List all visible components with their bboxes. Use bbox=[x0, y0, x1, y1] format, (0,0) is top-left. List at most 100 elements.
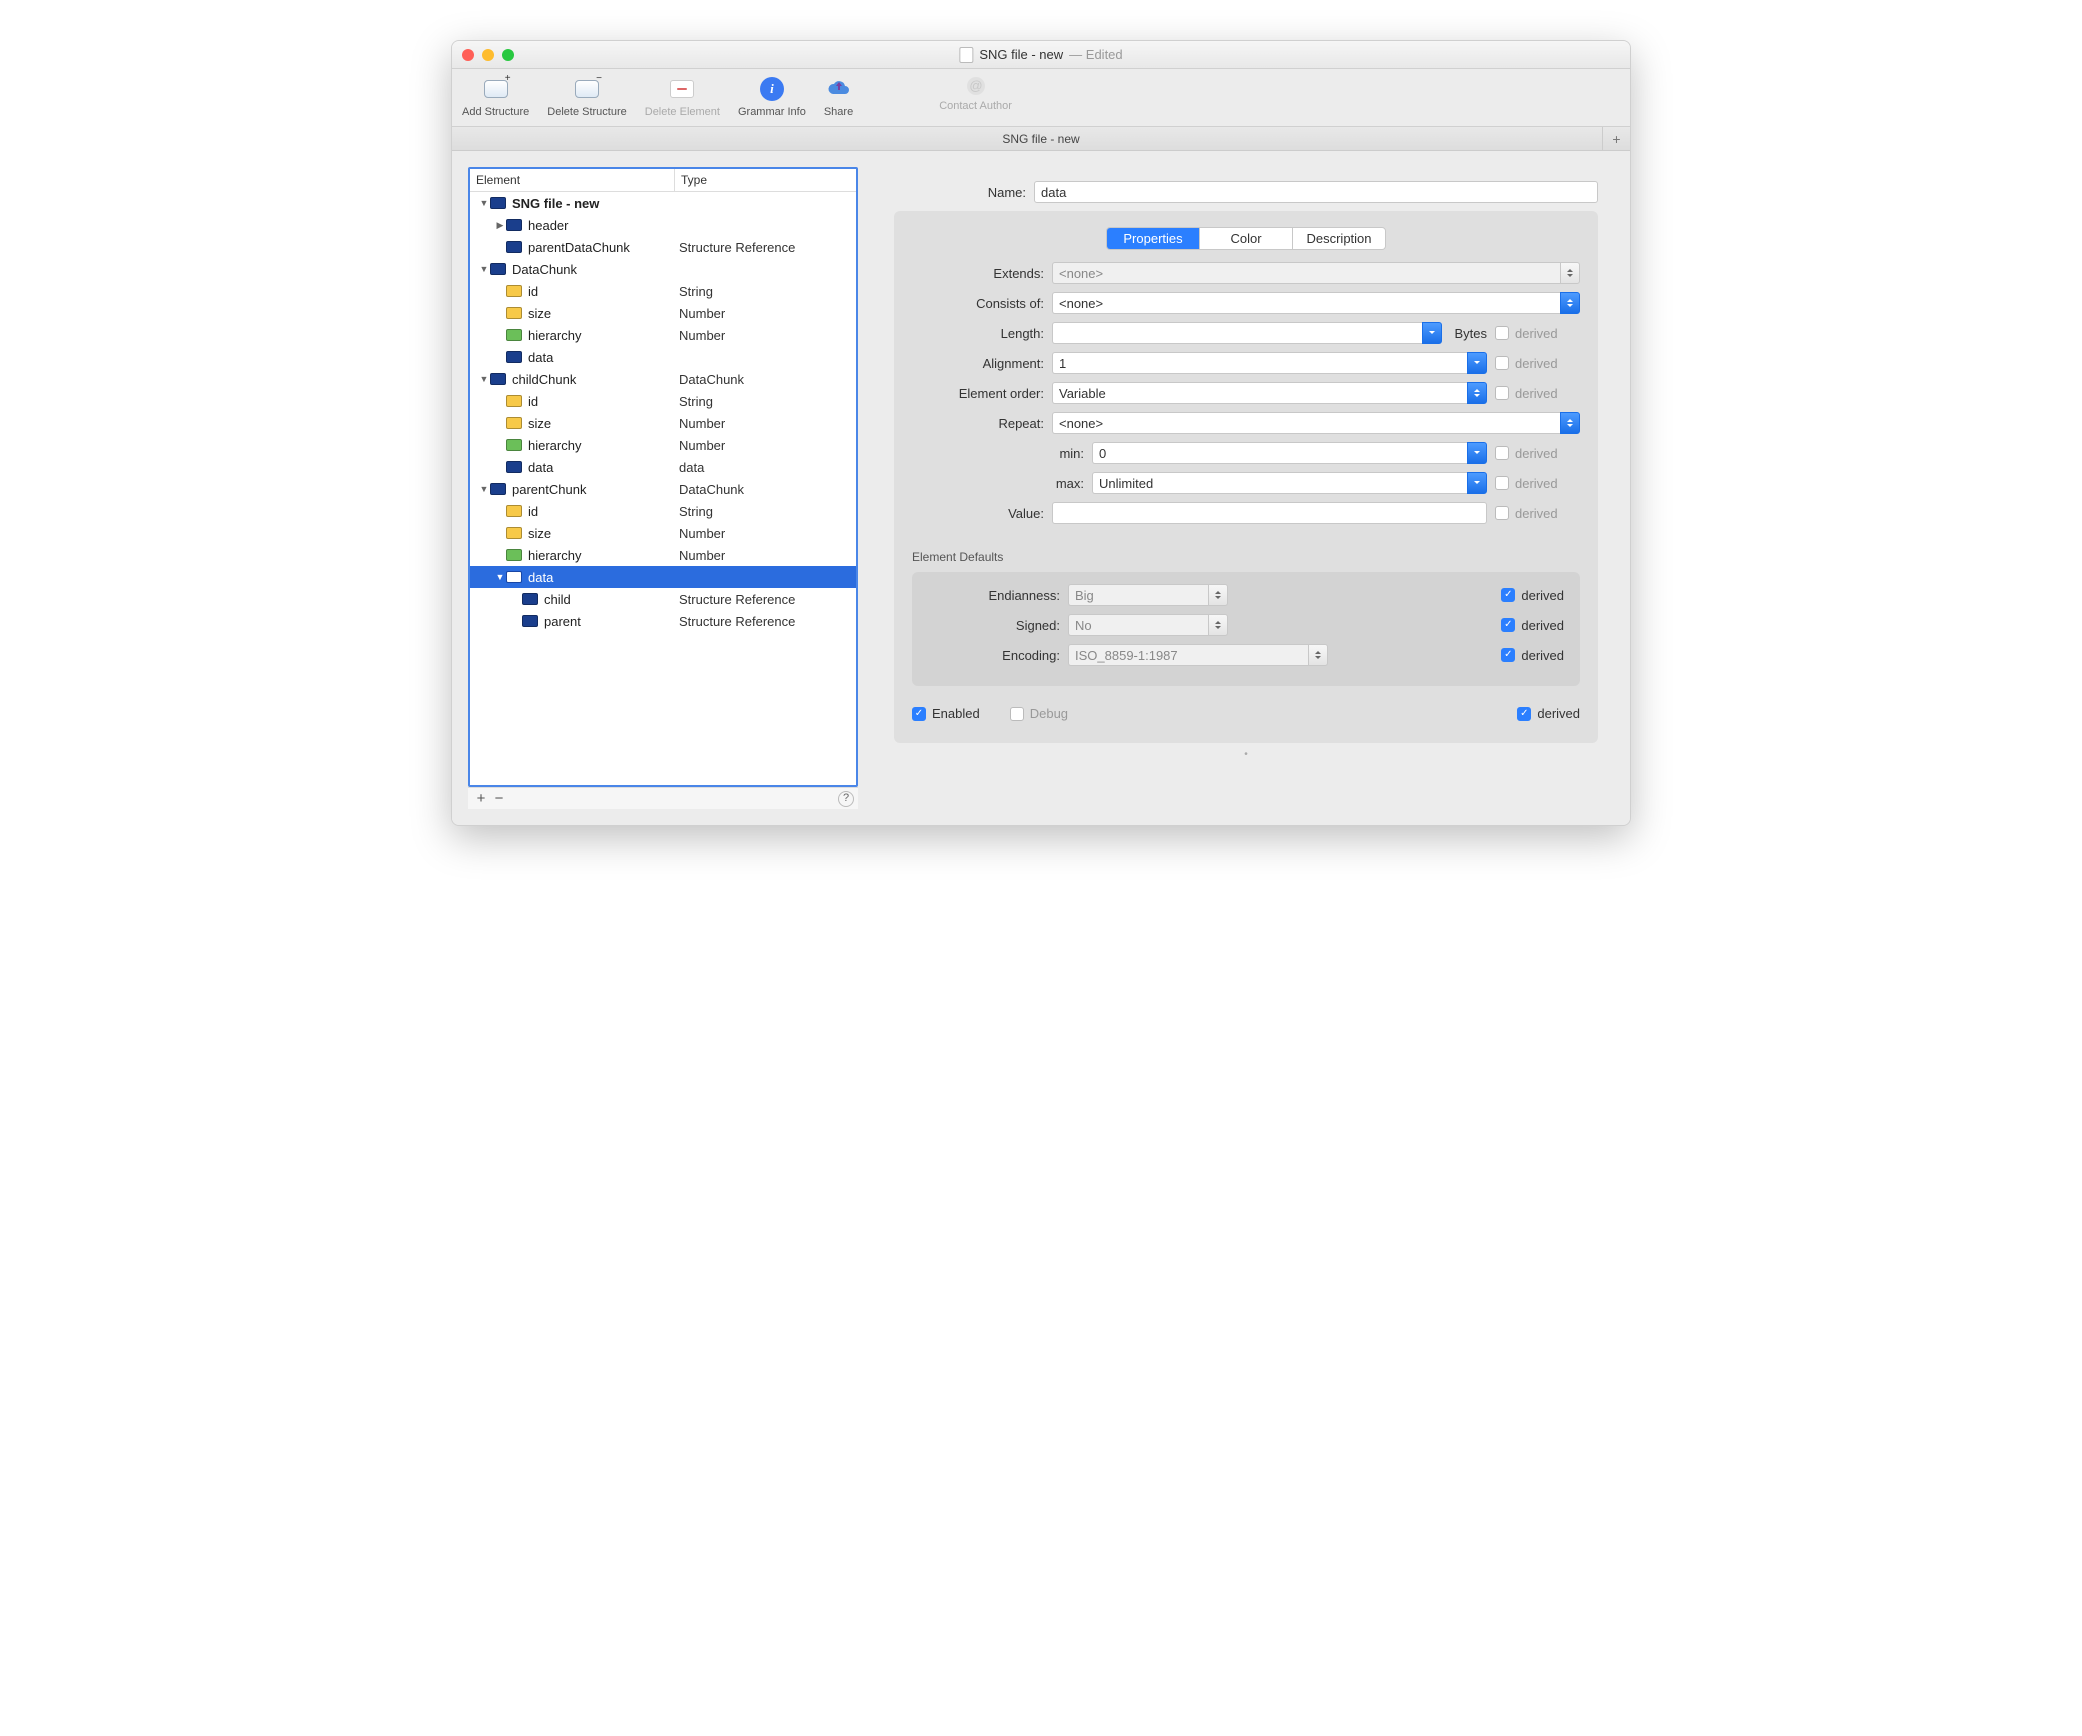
tree-row[interactable]: ▼childChunkDataChunk bbox=[470, 368, 856, 390]
tree-row[interactable]: idString bbox=[470, 390, 856, 412]
right-pane: Name: Properties Color Description Exten… bbox=[878, 167, 1614, 809]
encoding-dropdown[interactable]: ISO_8859-1:1987 bbox=[1068, 644, 1328, 666]
close-window-button[interactable] bbox=[462, 49, 474, 61]
window-title-text: SNG file - new bbox=[979, 47, 1063, 62]
disclosure-down-icon[interactable]: ▼ bbox=[494, 572, 506, 582]
contact-author-button[interactable]: @ Contact Author bbox=[939, 75, 1012, 112]
add-structure-button[interactable]: Add Structure bbox=[462, 75, 529, 118]
alignment-derived-checkbox[interactable]: derived bbox=[1495, 356, 1580, 371]
left-pane: Element Type ▼SNG file - new▶headerparen… bbox=[468, 167, 858, 809]
share-button[interactable]: Share bbox=[824, 75, 853, 118]
tree-row[interactable]: idString bbox=[470, 500, 856, 522]
tree-row[interactable]: childStructure Reference bbox=[470, 588, 856, 610]
max-dropdown[interactable]: Unlimited bbox=[1092, 472, 1487, 494]
tree-row[interactable]: sizeNumber bbox=[470, 302, 856, 324]
panel-derived-checkbox[interactable]: derived bbox=[1517, 706, 1580, 721]
element-name: size bbox=[528, 416, 551, 431]
column-element[interactable]: Element bbox=[470, 169, 675, 191]
min-derived-checkbox[interactable]: derived bbox=[1495, 446, 1580, 461]
tree-row[interactable]: ▼data bbox=[470, 566, 856, 588]
value-input[interactable] bbox=[1052, 502, 1487, 524]
length-label: Length: bbox=[912, 326, 1052, 341]
edited-indicator: — Edited bbox=[1069, 47, 1122, 62]
encoding-derived-checkbox[interactable]: derived bbox=[1501, 648, 1564, 663]
name-input[interactable] bbox=[1034, 181, 1598, 203]
enabled-checkbox[interactable]: Enabled bbox=[912, 706, 980, 721]
disclosure-right-icon[interactable]: ▶ bbox=[494, 220, 506, 231]
element-icon bbox=[506, 285, 522, 297]
repeat-dropdown[interactable]: <none> bbox=[1052, 412, 1580, 434]
length-derived-checkbox[interactable]: derived bbox=[1495, 326, 1580, 341]
element-icon bbox=[522, 593, 538, 605]
signed-dropdown[interactable]: No bbox=[1068, 614, 1228, 636]
titlebar: SNG file - new — Edited bbox=[452, 41, 1630, 69]
element-tree: Element Type ▼SNG file - new▶headerparen… bbox=[468, 167, 858, 787]
element-icon bbox=[506, 307, 522, 319]
add-element-button[interactable]: + bbox=[472, 790, 490, 807]
tree-row[interactable]: data bbox=[470, 346, 856, 368]
length-dropdown[interactable] bbox=[1052, 322, 1442, 344]
tab-document[interactable]: SNG file - new bbox=[452, 132, 1630, 146]
min-dropdown[interactable]: 0 bbox=[1092, 442, 1487, 464]
minimize-window-button[interactable] bbox=[482, 49, 494, 61]
help-button[interactable]: ? bbox=[838, 791, 854, 807]
zoom-window-button[interactable] bbox=[502, 49, 514, 61]
element-icon bbox=[506, 395, 522, 407]
chevron-updown-icon bbox=[1560, 412, 1580, 434]
tree-row[interactable]: hierarchyNumber bbox=[470, 544, 856, 566]
disclosure-down-icon[interactable]: ▼ bbox=[478, 374, 490, 384]
tree-row[interactable]: ▼parentChunkDataChunk bbox=[470, 478, 856, 500]
signed-derived-checkbox[interactable]: derived bbox=[1501, 618, 1564, 633]
order-dropdown[interactable]: Variable bbox=[1052, 382, 1487, 404]
element-name: SNG file - new bbox=[512, 196, 599, 211]
info-icon: i bbox=[760, 77, 784, 101]
tree-row[interactable]: hierarchyNumber bbox=[470, 434, 856, 456]
tree-row[interactable]: ▶header bbox=[470, 214, 856, 236]
max-derived-checkbox[interactable]: derived bbox=[1495, 476, 1580, 491]
tree-row[interactable]: parentDataChunkStructure Reference bbox=[470, 236, 856, 258]
element-name: parentChunk bbox=[512, 482, 586, 497]
endian-dropdown[interactable]: Big bbox=[1068, 584, 1228, 606]
disclosure-down-icon[interactable]: ▼ bbox=[478, 484, 490, 494]
tree-row[interactable]: ▼ SNG file - new bbox=[470, 192, 856, 214]
tab-description[interactable]: Description bbox=[1293, 228, 1385, 249]
element-type: Number bbox=[675, 548, 852, 563]
grammar-info-button[interactable]: i Grammar Info bbox=[738, 75, 806, 118]
tree-row[interactable]: ▼DataChunk bbox=[470, 258, 856, 280]
element-icon bbox=[506, 219, 522, 231]
element-icon bbox=[506, 527, 522, 539]
tree-row[interactable]: hierarchyNumber bbox=[470, 324, 856, 346]
remove-element-button[interactable]: − bbox=[490, 790, 508, 807]
element-type: String bbox=[675, 394, 852, 409]
delete-element-button[interactable]: Delete Element bbox=[645, 75, 720, 118]
properties-inner: Properties Color Description Extends:<no… bbox=[894, 211, 1598, 743]
tab-properties[interactable]: Properties bbox=[1107, 228, 1200, 249]
alignment-dropdown[interactable]: 1 bbox=[1052, 352, 1487, 374]
element-name: size bbox=[528, 526, 551, 541]
new-tab-button[interactable]: + bbox=[1602, 127, 1630, 150]
extends-dropdown[interactable]: <none> bbox=[1052, 262, 1580, 284]
element-icon bbox=[490, 373, 506, 385]
disclosure-down-icon[interactable]: ▼ bbox=[478, 264, 490, 274]
element-type: data bbox=[675, 460, 852, 475]
tree-row[interactable]: parentStructure Reference bbox=[470, 610, 856, 632]
tree-row[interactable]: size Number bbox=[470, 412, 856, 434]
element-icon bbox=[490, 483, 506, 495]
endian-derived-checkbox[interactable]: derived bbox=[1501, 588, 1564, 603]
tab-color[interactable]: Color bbox=[1200, 228, 1293, 249]
debug-checkbox[interactable]: Debug bbox=[1010, 706, 1068, 721]
element-type: Number bbox=[675, 416, 852, 431]
consists-dropdown[interactable]: <none> bbox=[1052, 292, 1580, 314]
tree-row[interactable]: idString bbox=[470, 280, 856, 302]
order-derived-checkbox[interactable]: derived bbox=[1495, 386, 1580, 401]
tree-body[interactable]: ▼ SNG file - new ▶headerparentDataChunkStr… bbox=[470, 192, 856, 785]
column-type[interactable]: Type bbox=[675, 169, 713, 191]
tree-row[interactable]: sizeNumber bbox=[470, 522, 856, 544]
value-derived-checkbox[interactable]: derived bbox=[1495, 506, 1580, 521]
element-icon bbox=[490, 197, 506, 209]
disclosure-down-icon[interactable]: ▼ bbox=[478, 198, 490, 208]
tree-row[interactable]: datadata bbox=[470, 456, 856, 478]
repeat-label: Repeat: bbox=[912, 416, 1052, 431]
element-type: Structure Reference bbox=[675, 614, 852, 629]
delete-structure-button[interactable]: Delete Structure bbox=[547, 75, 626, 118]
